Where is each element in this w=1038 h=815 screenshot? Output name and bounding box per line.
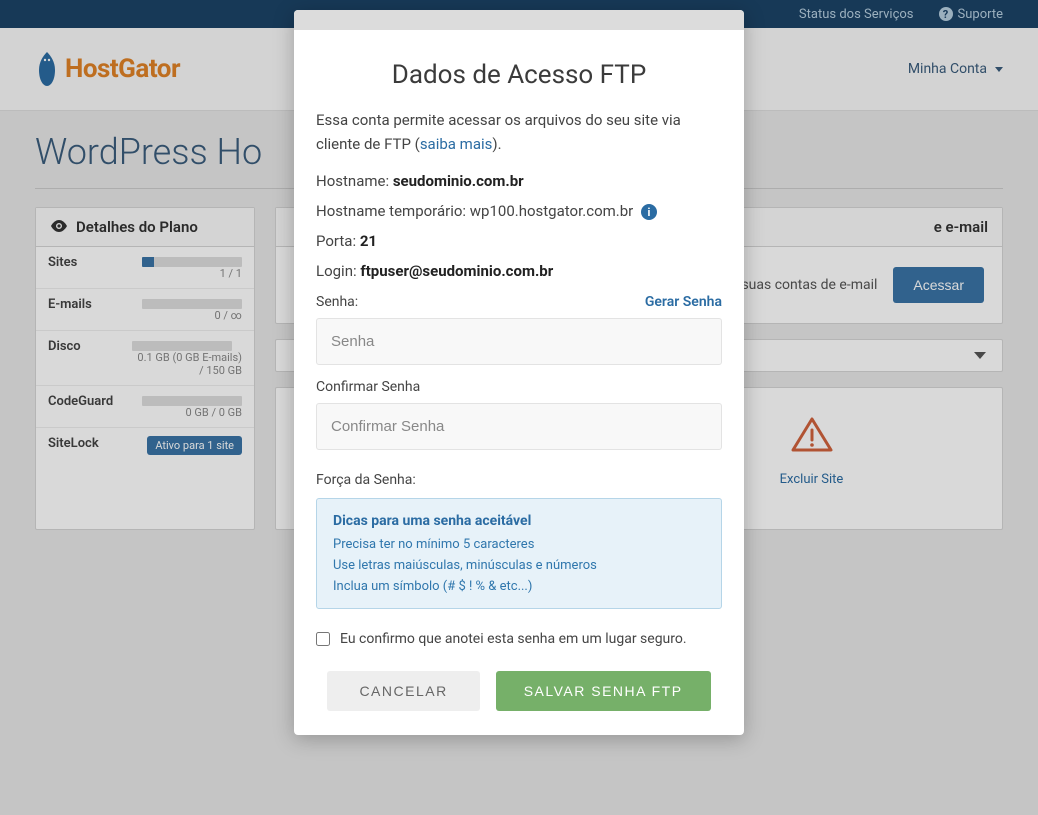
login-line: Login: ftpuser@seudominio.com.br <box>316 262 722 280</box>
password-label: Senha: <box>316 294 358 310</box>
save-ftp-password-button[interactable]: SALVAR SENHA FTP <box>496 671 711 711</box>
hostname-line: Hostname: seudominio.com.br <box>316 172 722 190</box>
hostname-label: Hostname: <box>316 172 389 190</box>
password-strength-label: Força da Senha: <box>316 472 722 488</box>
login-label: Login: <box>316 262 357 280</box>
password-input[interactable] <box>316 318 722 365</box>
modal-overlay: Dados de Acesso FTP Essa conta permite a… <box>0 0 1038 815</box>
tips-line-1: Precisa ter no mínimo 5 caracteres <box>333 537 705 552</box>
modal-title: Dados de Acesso FTP <box>316 60 722 90</box>
port-value: 21 <box>360 232 377 250</box>
tips-line-3: Inclua um símbolo (# $ ! % & etc...) <box>333 579 705 594</box>
login-value: ftpuser@seudominio.com.br <box>360 262 553 280</box>
password-tips-box: Dicas para uma senha aceitável Precisa t… <box>316 498 722 609</box>
confirm-password-label: Confirmar Senha <box>316 379 420 395</box>
temp-hostname-value: wp100.hostgator.com.br <box>470 202 633 220</box>
temp-hostname-label: Hostname temporário: <box>316 202 466 220</box>
temp-hostname-line: Hostname temporário: wp100.hostgator.com… <box>316 202 722 220</box>
tips-title: Dicas para uma senha aceitável <box>333 513 705 529</box>
confirm-saved-checkbox[interactable] <box>316 632 330 646</box>
tips-line-2: Use letras maiúsculas, minúsculas e núme… <box>333 558 705 573</box>
info-icon[interactable]: i <box>641 204 657 220</box>
confirm-saved-label: Eu confirmo que anotei esta senha em um … <box>340 631 687 647</box>
confirm-password-input[interactable] <box>316 403 722 450</box>
confirm-saved-row[interactable]: Eu confirmo que anotei esta senha em um … <box>316 631 722 647</box>
modal-description: Essa conta permite acessar os arquivos d… <box>316 108 722 156</box>
hostname-value: seudominio.com.br <box>393 172 524 190</box>
cancel-button[interactable]: CANCELAR <box>327 671 479 711</box>
port-line: Porta: 21 <box>316 232 722 250</box>
modal-desc-close: ). <box>492 135 501 153</box>
modal-titlebar <box>294 10 744 30</box>
generate-password-link[interactable]: Gerar Senha <box>645 294 722 310</box>
ftp-modal: Dados de Acesso FTP Essa conta permite a… <box>294 10 744 735</box>
learn-more-link[interactable]: saiba mais <box>420 135 493 153</box>
port-label: Porta: <box>316 232 356 250</box>
